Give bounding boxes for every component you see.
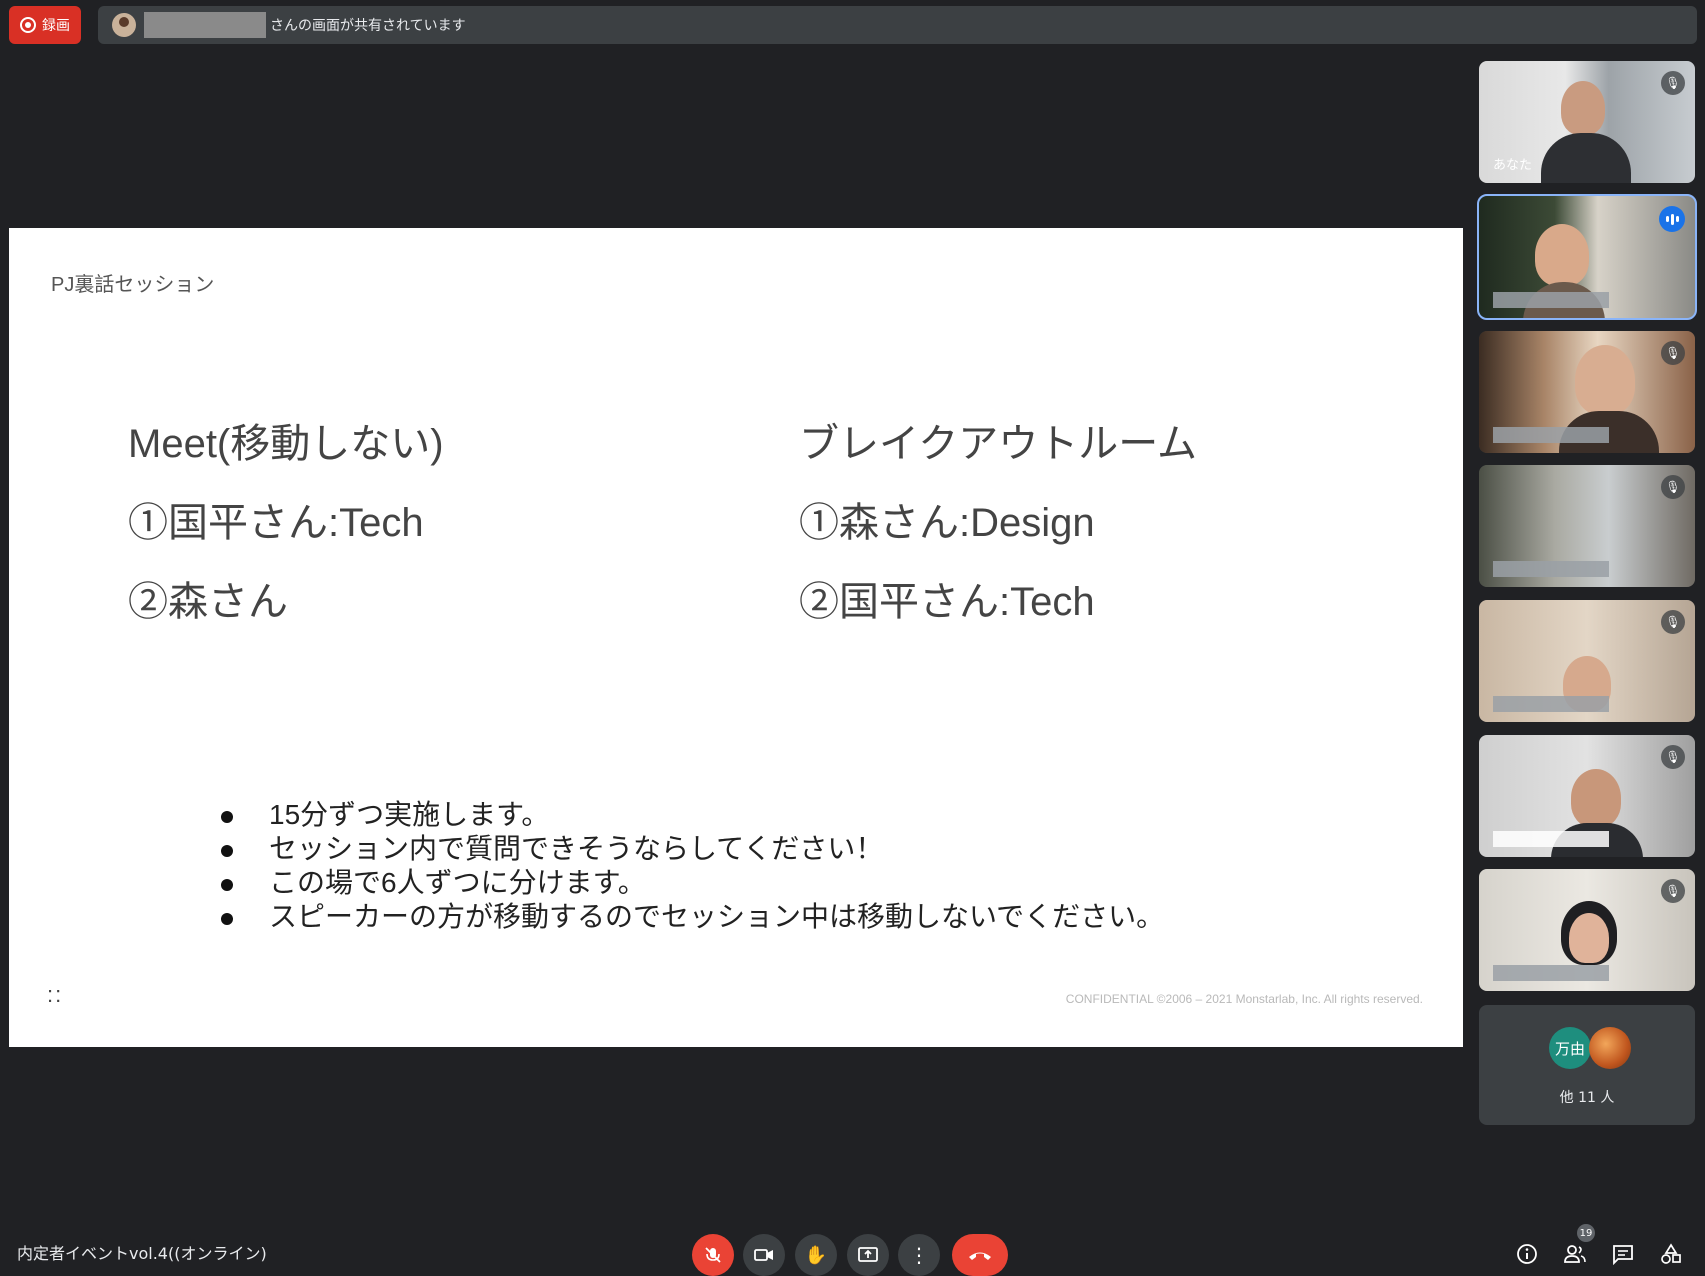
redacted-participant-name	[1493, 427, 1609, 443]
info-icon	[1517, 1244, 1537, 1264]
more-options-button[interactable]: ⋮	[898, 1234, 940, 1276]
speaking-indicator-icon	[1659, 206, 1685, 232]
shared-screen-slide: PJ裏話セッション Meet(移動しない) ①国平さん:Tech ②森さん ブレ…	[9, 228, 1463, 1047]
participant-tile[interactable]: 🎙	[1479, 735, 1695, 857]
camera-icon	[754, 1249, 773, 1261]
mic-off-icon: 🎙	[1661, 71, 1685, 95]
leave-call-button[interactable]	[952, 1234, 1008, 1276]
more-options-icon: ⋮	[909, 1243, 929, 1267]
bullet-item: セッション内で質問できそうならしてください！	[207, 832, 1164, 866]
redacted-participant-name	[1493, 696, 1609, 712]
participant-count-badge: 19	[1577, 1224, 1595, 1242]
right-column-item: ①森さん:Design	[799, 501, 1095, 545]
people-icon	[1564, 1245, 1586, 1263]
participant-face	[1571, 769, 1621, 827]
record-button[interactable]: 録画	[9, 6, 81, 44]
slide-logo-mark: ::	[47, 982, 64, 1007]
participant-tile-self[interactable]: あなた 🎙	[1479, 61, 1695, 183]
other-participants-count: 他 11 人	[1559, 1090, 1615, 1106]
share-message: さんの画面が共有されています	[270, 18, 466, 34]
participant-tile[interactable]: 🎙	[1479, 869, 1695, 991]
left-column-item: ①国平さん:Tech	[128, 501, 424, 545]
avatar	[1589, 1027, 1631, 1069]
meeting-title: 内定者イベントvol.4((オンライン)	[17, 1244, 267, 1263]
participant-tile[interactable]: 🎙	[1479, 465, 1695, 587]
record-label: 録画	[42, 18, 70, 34]
left-column-item: ②森さん	[128, 580, 288, 624]
activities-button[interactable]	[1657, 1240, 1685, 1268]
raise-hand-icon: ✋	[804, 1244, 828, 1266]
participant-tile-active-speaker[interactable]	[1477, 194, 1697, 320]
raise-hand-button[interactable]: ✋	[795, 1234, 837, 1276]
presenter-avatar	[112, 13, 136, 37]
left-column: Meet(移動しない) ①国平さん:Tech ②森さん	[128, 405, 444, 642]
bullet-item: スピーカーの方が移動するのでセッション中は移動しないでください。	[207, 900, 1164, 934]
screen-share-banner: さんの画面が共有されています	[98, 6, 1697, 44]
camera-toggle-button[interactable]	[743, 1234, 785, 1276]
participant-face	[1575, 345, 1635, 415]
mic-off-icon: 🎙	[1661, 341, 1685, 365]
mic-off-icon	[705, 1247, 721, 1263]
bullet-item: この場で6人ずつに分けます。	[207, 866, 1164, 900]
participants-button[interactable]	[1561, 1240, 1589, 1268]
activities-icon	[1661, 1243, 1681, 1264]
chat-icon	[1613, 1245, 1633, 1265]
participant-tile[interactable]: 🎙	[1479, 331, 1695, 453]
avatar: 万由	[1549, 1027, 1591, 1069]
bullet-item: 15分ずつ実施します。	[207, 798, 1164, 832]
other-participants-avatars: 万由	[1549, 1027, 1639, 1071]
meeting-info-button[interactable]	[1513, 1240, 1541, 1268]
participant-tile[interactable]: 🎙	[1479, 600, 1695, 722]
mic-off-icon: 🎙	[1661, 879, 1685, 903]
mic-toggle-button[interactable]	[692, 1234, 734, 1276]
present-screen-button[interactable]	[847, 1234, 889, 1276]
right-column: ブレイクアウトルーム ①森さん:Design ②国平さん:Tech	[799, 405, 1197, 642]
left-column-heading: Meet(移動しない)	[128, 422, 444, 466]
chat-button[interactable]	[1609, 1240, 1637, 1268]
other-participants-tile[interactable]: 万由 他 11 人	[1479, 1005, 1695, 1125]
redacted-presenter-name	[144, 12, 266, 38]
redacted-participant-name	[1493, 831, 1609, 847]
slide-title: PJ裏話セッション	[51, 274, 215, 296]
present-screen-icon	[858, 1247, 878, 1262]
participant-face	[1535, 224, 1589, 286]
mic-off-icon: 🎙	[1661, 745, 1685, 769]
self-label: あなた	[1493, 158, 1533, 173]
participant-face	[1561, 81, 1605, 135]
right-column-heading: ブレイクアウトルーム	[799, 422, 1197, 466]
mic-off-icon: 🎙	[1661, 475, 1685, 499]
record-icon	[20, 17, 36, 33]
bullet-list: 15分ずつ実施します。 セッション内で質問できそうならしてください！ この場で6…	[207, 798, 1164, 934]
participant-face	[1569, 913, 1609, 963]
redacted-participant-name	[1493, 965, 1609, 981]
mic-off-icon: 🎙	[1661, 610, 1685, 634]
hangup-icon	[969, 1252, 991, 1260]
redacted-participant-name	[1493, 561, 1609, 577]
redacted-participant-name	[1493, 292, 1609, 308]
right-column-item: ②国平さん:Tech	[799, 580, 1095, 624]
confidential-footer: CONFIDENTIAL ©2006 – 2021 Monstarlab, In…	[1065, 992, 1423, 1006]
